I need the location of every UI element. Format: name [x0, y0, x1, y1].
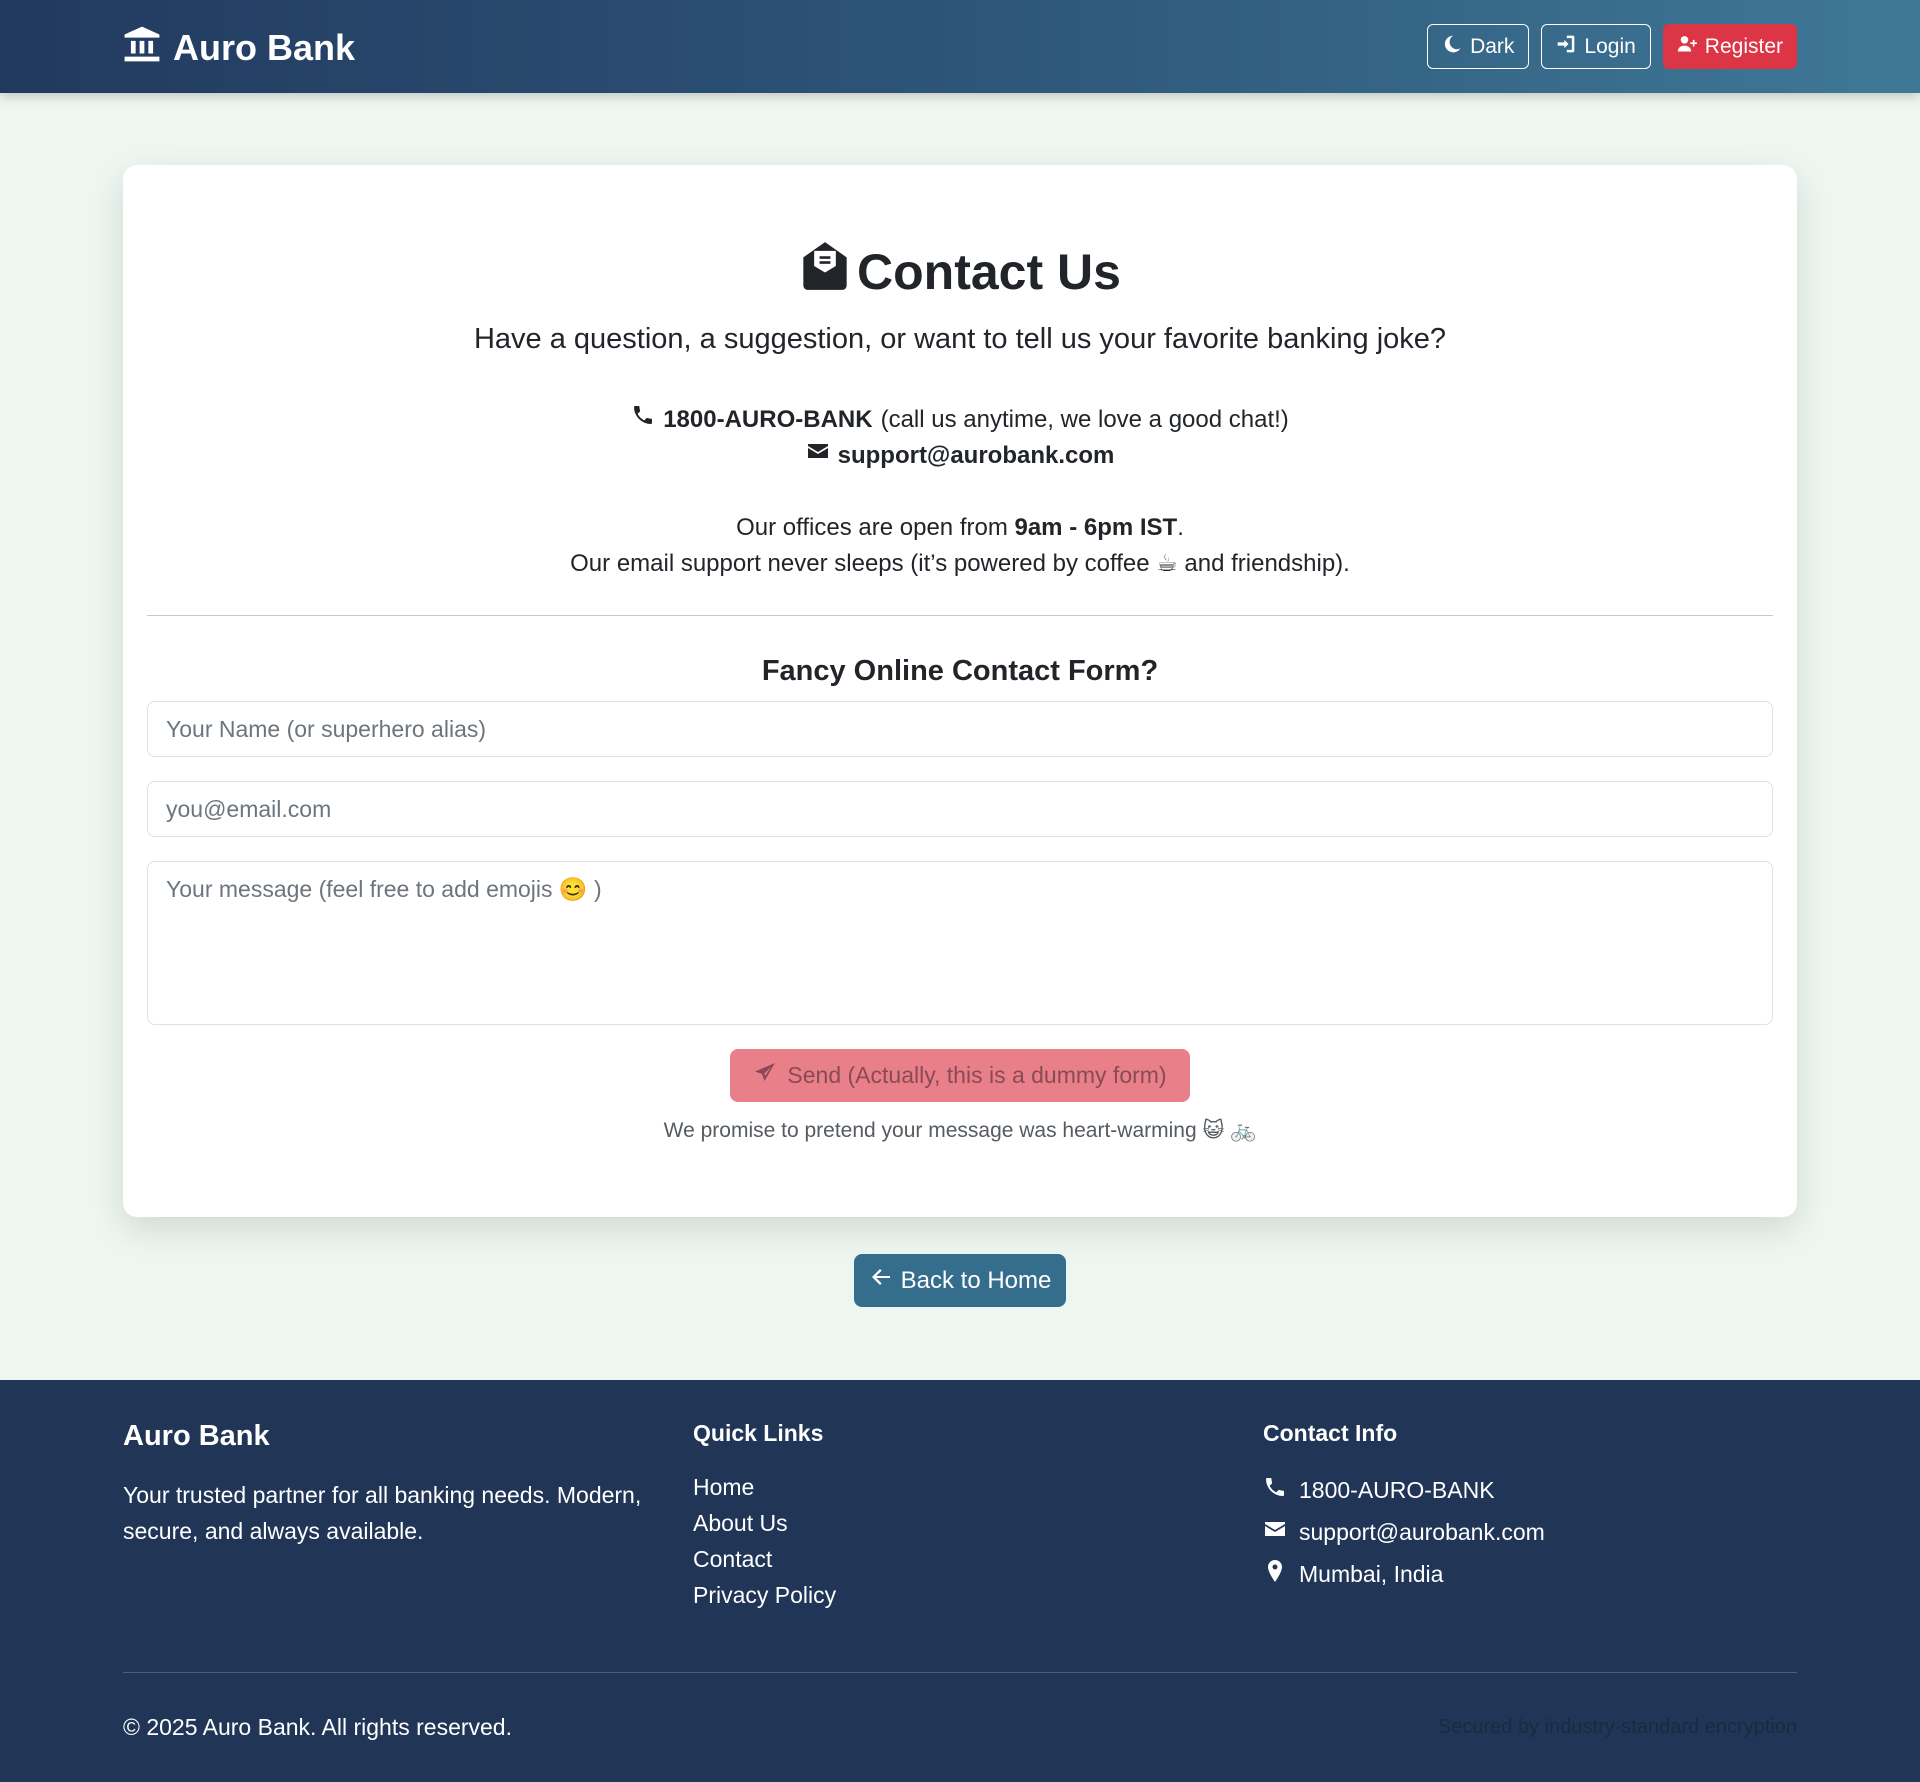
- dark-mode-label: Dark: [1470, 34, 1515, 58]
- phone-note: (call us anytime, we love a good chat!): [880, 406, 1289, 433]
- envelope-icon: [1263, 1517, 1287, 1547]
- navbar: Auro Bank Dark Login Register: [0, 0, 1920, 93]
- footer-link-about[interactable]: About Us: [693, 1505, 836, 1541]
- footer-email[interactable]: support@aurobank.com: [1299, 1519, 1545, 1546]
- map-marker-icon: [1263, 1559, 1287, 1589]
- footer-brand: Auro Bank: [123, 1420, 270, 1452]
- back-to-home-button[interactable]: Back to Home: [854, 1254, 1066, 1307]
- name-input[interactable]: [147, 701, 1773, 757]
- send-label: Send (Actually, this is a dummy form): [787, 1062, 1167, 1088]
- promise-text: We promise to pretend your message was h…: [663, 1119, 1257, 1142]
- hours-suffix: .: [1177, 514, 1184, 541]
- user-plus-icon: [1677, 34, 1697, 60]
- envelope-open-text-icon: [799, 240, 851, 304]
- support-email[interactable]: support@aurobank.com: [838, 438, 1115, 474]
- message-textarea[interactable]: [147, 861, 1773, 1025]
- sign-in-icon: [1556, 34, 1576, 60]
- login-label: Login: [1584, 34, 1636, 58]
- send-button[interactable]: Send (Actually, this is a dummy form): [730, 1049, 1190, 1102]
- form-title: Fancy Online Contact Form?: [761, 655, 1159, 687]
- lead-text: Have a question, a suggestion, or want t…: [473, 323, 1447, 355]
- footer-link-contact[interactable]: Contact: [693, 1541, 836, 1577]
- copyright-text: © 2025 Auro Bank. All rights reserved.: [123, 1714, 512, 1740]
- envelope-icon: [806, 438, 830, 474]
- hours-value: 9am - 6pm IST: [1014, 514, 1178, 541]
- footer-divider: [123, 1672, 1797, 1673]
- email-support-note: Our email support never sleeps (it’s pow…: [570, 550, 1350, 577]
- page-title-text: Contact Us: [857, 244, 1121, 300]
- footer: Auro Bank Your trusted partner for all b…: [0, 1380, 1920, 1782]
- contact-details: 1800-AURO-BANK (call us anytime, we love…: [123, 402, 1797, 474]
- contact-info-title: Contact Info: [1263, 1420, 1398, 1446]
- brand-link[interactable]: Auro Bank: [123, 26, 355, 70]
- brand-name: Auro Bank: [173, 27, 356, 68]
- moon-icon: [1442, 34, 1462, 60]
- footer-quick-links: Quick Links Home About Us Contact Privac…: [693, 1420, 836, 1613]
- email-input[interactable]: [147, 781, 1773, 837]
- phone-number: 1800-AURO-BANK: [663, 406, 873, 433]
- bank-icon: [123, 25, 161, 72]
- page-title: Contact Us: [123, 240, 1797, 304]
- paper-plane-icon: [753, 1061, 777, 1091]
- phone-icon: [631, 402, 655, 438]
- phone-icon: [1263, 1475, 1287, 1505]
- footer-description: Your trusted partner for all banking nee…: [123, 1482, 642, 1544]
- footer-link-privacy[interactable]: Privacy Policy: [693, 1577, 836, 1613]
- footer-phone: 1800-AURO-BANK: [1299, 1476, 1495, 1503]
- office-hours: Our offices are open from 9am - 6pm IST.…: [123, 510, 1797, 582]
- register-label: Register: [1704, 34, 1783, 58]
- contact-card: Contact Us Have a question, a suggestion…: [123, 165, 1797, 1217]
- register-button[interactable]: Register: [1662, 24, 1797, 69]
- divider: [147, 615, 1773, 616]
- footer-about: Auro Bank Your trusted partner for all b…: [123, 1420, 643, 1549]
- back-label: Back to Home: [900, 1266, 1052, 1294]
- footer-link-home[interactable]: Home: [693, 1469, 836, 1505]
- footer-contact-info: Contact Info 1800-AURO-BANK support@auro…: [1263, 1420, 1545, 1595]
- hours-prefix: Our offices are open from: [736, 514, 1008, 541]
- quick-links-title: Quick Links: [693, 1420, 824, 1446]
- login-button[interactable]: Login: [1541, 24, 1651, 69]
- dark-mode-button[interactable]: Dark: [1427, 24, 1530, 69]
- security-note: Secured by industry-standard encryption: [1437, 1716, 1797, 1738]
- arrow-left-icon: [869, 1265, 893, 1296]
- footer-location: Mumbai, India: [1299, 1560, 1444, 1587]
